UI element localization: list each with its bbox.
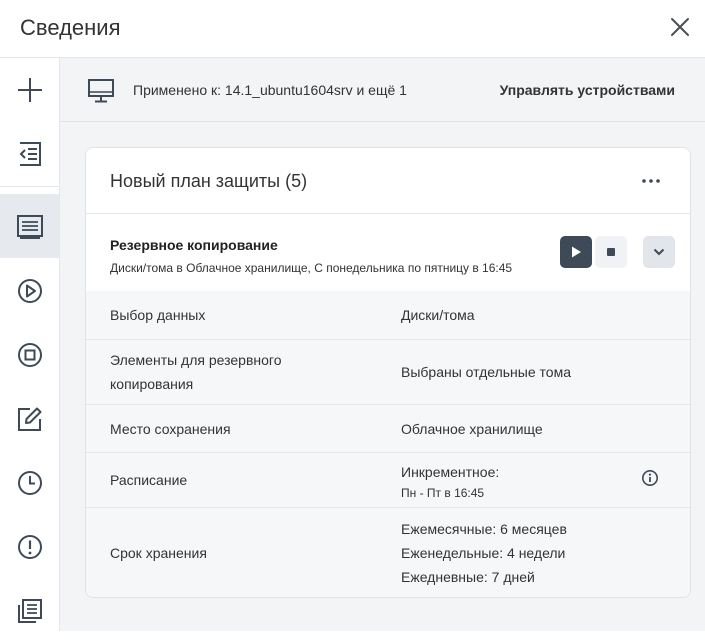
detail-label: Расписание xyxy=(110,472,188,488)
retention-weekly: Еженедельные: 4 недели xyxy=(401,545,566,561)
alert-icon xyxy=(17,535,42,559)
sidebar-item-logs[interactable] xyxy=(0,579,59,643)
retention-daily: Ежедневные: 7 дней xyxy=(401,569,535,585)
more-horizontal-icon xyxy=(642,179,660,183)
sidebar-item-run[interactable] xyxy=(0,259,59,323)
sidebar-divider xyxy=(0,186,59,187)
sidebar-item-history[interactable] xyxy=(0,451,59,515)
sidebar-item-collapse[interactable] xyxy=(0,122,59,186)
dialog-header: Сведения xyxy=(0,0,705,58)
dialog-title: Сведения xyxy=(20,15,121,40)
backup-section: Резервное копирование Диски/тома в Облач… xyxy=(86,213,690,292)
stop-icon xyxy=(607,248,615,256)
documents-icon xyxy=(17,599,42,623)
close-icon[interactable] xyxy=(669,16,691,38)
collapse-list-icon xyxy=(19,142,41,166)
run-now-button[interactable] xyxy=(560,236,592,268)
detail-label-line: копирования xyxy=(110,376,194,392)
detail-row-destination: Место сохранения Облачное хранилище xyxy=(86,405,690,453)
stop-button[interactable] xyxy=(595,236,627,268)
detail-label: Элементы для резервного копирования xyxy=(110,348,282,396)
plus-icon xyxy=(17,78,42,102)
devices-bar: Применено к: 14.1_ubuntu1604srv и ещё 1 … xyxy=(60,58,705,122)
detail-row-schedule: Расписание Инкрементное: Пн - Пт в 16:45 xyxy=(86,453,690,508)
sidebar-item-edit[interactable] xyxy=(0,387,59,451)
play-circle-icon xyxy=(17,279,42,303)
sidebar-item-plans[interactable] xyxy=(0,194,59,258)
expand-button[interactable] xyxy=(643,236,675,268)
detail-label: Место сохранения xyxy=(110,421,231,437)
detail-value: Выбраны отдельные тома xyxy=(401,364,571,380)
stop-circle-icon xyxy=(17,343,42,367)
detail-value: Ежемесячные: 6 месяцев Еженедельные: 4 н… xyxy=(401,517,567,589)
computer-icon xyxy=(88,79,114,103)
detail-value: Облачное хранилище xyxy=(401,421,543,437)
applied-to-text: Применено к: 14.1_ubuntu1604srv и ещё 1 xyxy=(133,82,407,98)
plan-title: Новый план защиты (5) xyxy=(110,171,308,191)
detail-row-data-selection: Выбор данных Диски/тома xyxy=(86,291,690,340)
plan-card: Новый план защиты (5) Резервное копирова… xyxy=(85,147,691,598)
main-panel: Применено к: 14.1_ubuntu1604srv и ещё 1 … xyxy=(60,58,705,631)
sidebar-item-stop[interactable] xyxy=(0,323,59,387)
info-icon[interactable] xyxy=(641,469,659,487)
detail-row-retention: Срок хранения Ежемесячные: 6 месяцев Еже… xyxy=(86,508,690,597)
plan-list-icon xyxy=(16,215,43,239)
schedule-type: Инкрементное: xyxy=(401,464,500,480)
chevron-down-icon xyxy=(653,248,665,256)
schedule-time: Пн - Пт в 16:45 xyxy=(401,486,485,500)
sidebar-item-add[interactable] xyxy=(0,58,59,122)
play-icon xyxy=(572,246,581,258)
retention-monthly: Ежемесячные: 6 месяцев xyxy=(401,521,567,537)
plan-card-header: Новый план защиты (5) xyxy=(86,148,690,214)
detail-label: Выбор данных xyxy=(110,307,206,323)
detail-label-line: Элементы для резервного xyxy=(110,352,282,368)
sidebar xyxy=(0,58,60,631)
manage-devices-link[interactable]: Управлять устройствами xyxy=(500,82,675,98)
detail-label: Срок хранения xyxy=(110,545,207,561)
detail-value: Инкрементное: Пн - Пт в 16:45 xyxy=(401,460,499,502)
backup-description: Диски/тома в Облачное хранилище, С понед… xyxy=(110,261,513,275)
detail-value: Диски/тома xyxy=(401,307,475,323)
clock-icon xyxy=(17,471,42,495)
detail-row-backup-items: Элементы для резервного копирования Выбр… xyxy=(86,340,690,405)
backup-title: Резервное копирование xyxy=(110,237,278,253)
more-options-button[interactable] xyxy=(638,170,664,192)
edit-icon xyxy=(17,407,41,431)
sidebar-item-alerts[interactable] xyxy=(0,515,59,579)
